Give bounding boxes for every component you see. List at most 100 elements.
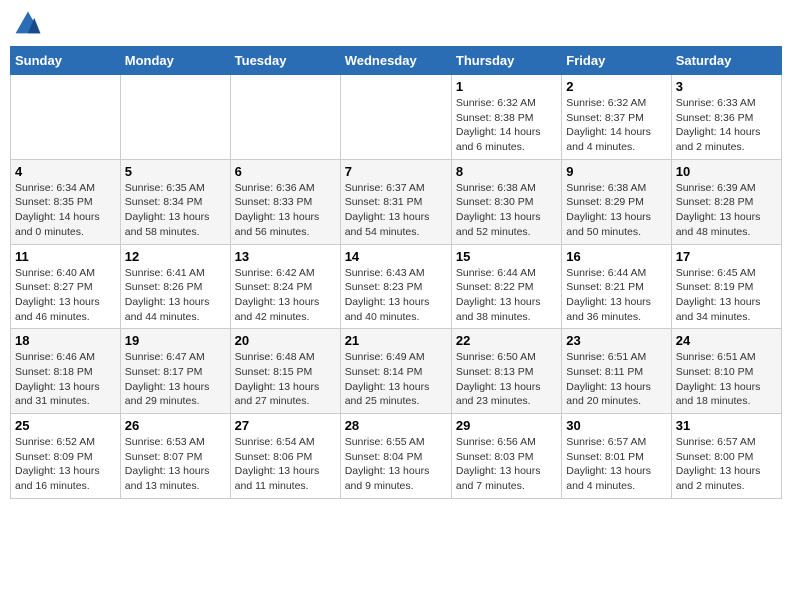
- day-number: 24: [676, 333, 777, 348]
- day-number: 28: [345, 418, 447, 433]
- day-info: Sunrise: 6:54 AM Sunset: 8:06 PM Dayligh…: [235, 435, 336, 494]
- calendar-cell: 28 Sunrise: 6:55 AM Sunset: 8:04 PM Dayli…: [340, 414, 451, 499]
- day-info: Sunrise: 6:38 AM Sunset: 8:30 PM Dayligh…: [456, 181, 557, 240]
- day-number: 1: [456, 79, 557, 94]
- calendar-cell: 10 Sunrise: 6:39 AM Sunset: 8:28 PM Dayli…: [671, 159, 781, 244]
- calendar-cell: 26 Sunrise: 6:53 AM Sunset: 8:07 PM Dayli…: [120, 414, 230, 499]
- day-number: 20: [235, 333, 336, 348]
- week-row: 18 Sunrise: 6:46 AM Sunset: 8:18 PM Dayli…: [11, 329, 782, 414]
- day-number: 4: [15, 164, 116, 179]
- calendar-cell: 22 Sunrise: 6:50 AM Sunset: 8:13 PM Dayli…: [451, 329, 561, 414]
- day-info: Sunrise: 6:38 AM Sunset: 8:29 PM Dayligh…: [566, 181, 666, 240]
- day-number: 15: [456, 249, 557, 264]
- day-info: Sunrise: 6:53 AM Sunset: 8:07 PM Dayligh…: [125, 435, 226, 494]
- calendar-cell: 8 Sunrise: 6:38 AM Sunset: 8:30 PM Daylig…: [451, 159, 561, 244]
- day-number: 3: [676, 79, 777, 94]
- day-header-saturday: Saturday: [671, 47, 781, 75]
- calendar-cell: 6 Sunrise: 6:36 AM Sunset: 8:33 PM Daylig…: [230, 159, 340, 244]
- day-number: 11: [15, 249, 116, 264]
- day-info: Sunrise: 6:55 AM Sunset: 8:04 PM Dayligh…: [345, 435, 447, 494]
- day-info: Sunrise: 6:40 AM Sunset: 8:27 PM Dayligh…: [15, 266, 116, 325]
- day-info: Sunrise: 6:44 AM Sunset: 8:22 PM Dayligh…: [456, 266, 557, 325]
- day-header-thursday: Thursday: [451, 47, 561, 75]
- day-number: 8: [456, 164, 557, 179]
- day-info: Sunrise: 6:46 AM Sunset: 8:18 PM Dayligh…: [15, 350, 116, 409]
- calendar-cell: 17 Sunrise: 6:45 AM Sunset: 8:19 PM Dayli…: [671, 244, 781, 329]
- calendar-cell: 31 Sunrise: 6:57 AM Sunset: 8:00 PM Dayli…: [671, 414, 781, 499]
- day-number: 18: [15, 333, 116, 348]
- week-row: 25 Sunrise: 6:52 AM Sunset: 8:09 PM Dayli…: [11, 414, 782, 499]
- day-info: Sunrise: 6:39 AM Sunset: 8:28 PM Dayligh…: [676, 181, 777, 240]
- calendar-table: SundayMondayTuesdayWednesdayThursdayFrid…: [10, 46, 782, 499]
- calendar-cell: 19 Sunrise: 6:47 AM Sunset: 8:17 PM Dayli…: [120, 329, 230, 414]
- calendar-cell: 14 Sunrise: 6:43 AM Sunset: 8:23 PM Dayli…: [340, 244, 451, 329]
- day-header-sunday: Sunday: [11, 47, 121, 75]
- day-number: 6: [235, 164, 336, 179]
- day-number: 31: [676, 418, 777, 433]
- calendar-cell: 1 Sunrise: 6:32 AM Sunset: 8:38 PM Daylig…: [451, 75, 561, 160]
- calendar-cell: 15 Sunrise: 6:44 AM Sunset: 8:22 PM Dayli…: [451, 244, 561, 329]
- day-number: 12: [125, 249, 226, 264]
- day-info: Sunrise: 6:33 AM Sunset: 8:36 PM Dayligh…: [676, 96, 777, 155]
- day-info: Sunrise: 6:57 AM Sunset: 8:01 PM Dayligh…: [566, 435, 666, 494]
- day-info: Sunrise: 6:41 AM Sunset: 8:26 PM Dayligh…: [125, 266, 226, 325]
- day-info: Sunrise: 6:37 AM Sunset: 8:31 PM Dayligh…: [345, 181, 447, 240]
- calendar-cell: 12 Sunrise: 6:41 AM Sunset: 8:26 PM Dayli…: [120, 244, 230, 329]
- day-number: 16: [566, 249, 666, 264]
- day-info: Sunrise: 6:35 AM Sunset: 8:34 PM Dayligh…: [125, 181, 226, 240]
- day-info: Sunrise: 6:44 AM Sunset: 8:21 PM Dayligh…: [566, 266, 666, 325]
- day-info: Sunrise: 6:48 AM Sunset: 8:15 PM Dayligh…: [235, 350, 336, 409]
- calendar-cell: 23Sunrise: 6:51 AM Sunset: 8:11 PM Dayli…: [562, 329, 671, 414]
- day-info: Sunrise: 6:34 AM Sunset: 8:35 PM Dayligh…: [15, 181, 116, 240]
- day-info: Sunrise: 6:52 AM Sunset: 8:09 PM Dayligh…: [15, 435, 116, 494]
- day-number: 26: [125, 418, 226, 433]
- calendar-cell: 25 Sunrise: 6:52 AM Sunset: 8:09 PM Dayli…: [11, 414, 121, 499]
- calendar-cell: 9Sunrise: 6:38 AM Sunset: 8:29 PM Daylig…: [562, 159, 671, 244]
- day-number: 17: [676, 249, 777, 264]
- calendar-cell: [230, 75, 340, 160]
- week-row: 4 Sunrise: 6:34 AM Sunset: 8:35 PM Daylig…: [11, 159, 782, 244]
- calendar-cell: 5 Sunrise: 6:35 AM Sunset: 8:34 PM Daylig…: [120, 159, 230, 244]
- calendar-cell: 7 Sunrise: 6:37 AM Sunset: 8:31 PM Daylig…: [340, 159, 451, 244]
- day-info: Sunrise: 6:36 AM Sunset: 8:33 PM Dayligh…: [235, 181, 336, 240]
- calendar-cell: 11 Sunrise: 6:40 AM Sunset: 8:27 PM Dayli…: [11, 244, 121, 329]
- calendar-cell: 13 Sunrise: 6:42 AM Sunset: 8:24 PM Dayli…: [230, 244, 340, 329]
- calendar-cell: 18 Sunrise: 6:46 AM Sunset: 8:18 PM Dayli…: [11, 329, 121, 414]
- day-number: 2: [566, 79, 666, 94]
- day-info: Sunrise: 6:32 AM Sunset: 8:38 PM Dayligh…: [456, 96, 557, 155]
- calendar-cell: 30 Sunrise: 6:57 AM Sunset: 8:01 PM Dayli…: [562, 414, 671, 499]
- day-number: 30: [566, 418, 666, 433]
- calendar-cell: 27Sunrise: 6:54 AM Sunset: 8:06 PM Dayli…: [230, 414, 340, 499]
- logo: [14, 10, 46, 38]
- calendar-cell: [340, 75, 451, 160]
- day-number: 10: [676, 164, 777, 179]
- calendar-cell: 20 Sunrise: 6:48 AM Sunset: 8:15 PM Dayli…: [230, 329, 340, 414]
- day-number: 13: [235, 249, 336, 264]
- calendar-cell: [11, 75, 121, 160]
- day-number: 7: [345, 164, 447, 179]
- calendar-cell: [120, 75, 230, 160]
- day-number: 14: [345, 249, 447, 264]
- calendar-cell: 21 Sunrise: 6:49 AM Sunset: 8:14 PM Dayli…: [340, 329, 451, 414]
- day-number: 25: [15, 418, 116, 433]
- calendar-cell: 4 Sunrise: 6:34 AM Sunset: 8:35 PM Daylig…: [11, 159, 121, 244]
- day-info: Sunrise: 6:50 AM Sunset: 8:13 PM Dayligh…: [456, 350, 557, 409]
- day-info: Sunrise: 6:56 AM Sunset: 8:03 PM Dayligh…: [456, 435, 557, 494]
- day-info: Sunrise: 6:42 AM Sunset: 8:24 PM Dayligh…: [235, 266, 336, 325]
- day-info: Sunrise: 6:45 AM Sunset: 8:19 PM Dayligh…: [676, 266, 777, 325]
- page-header: [10, 10, 782, 38]
- day-info: Sunrise: 6:32 AM Sunset: 8:37 PM Dayligh…: [566, 96, 666, 155]
- day-number: 22: [456, 333, 557, 348]
- calendar-cell: 3 Sunrise: 6:33 AM Sunset: 8:36 PM Daylig…: [671, 75, 781, 160]
- day-info: Sunrise: 6:51 AM Sunset: 8:10 PM Dayligh…: [676, 350, 777, 409]
- day-info: Sunrise: 6:57 AM Sunset: 8:00 PM Dayligh…: [676, 435, 777, 494]
- calendar-cell: 29Sunrise: 6:56 AM Sunset: 8:03 PM Dayli…: [451, 414, 561, 499]
- day-info: Sunrise: 6:47 AM Sunset: 8:17 PM Dayligh…: [125, 350, 226, 409]
- day-number: 5: [125, 164, 226, 179]
- day-header-tuesday: Tuesday: [230, 47, 340, 75]
- day-info: Sunrise: 6:43 AM Sunset: 8:23 PM Dayligh…: [345, 266, 447, 325]
- day-info: Sunrise: 6:49 AM Sunset: 8:14 PM Dayligh…: [345, 350, 447, 409]
- day-number: 19: [125, 333, 226, 348]
- day-number: 21: [345, 333, 447, 348]
- calendar-cell: 24 Sunrise: 6:51 AM Sunset: 8:10 PM Dayli…: [671, 329, 781, 414]
